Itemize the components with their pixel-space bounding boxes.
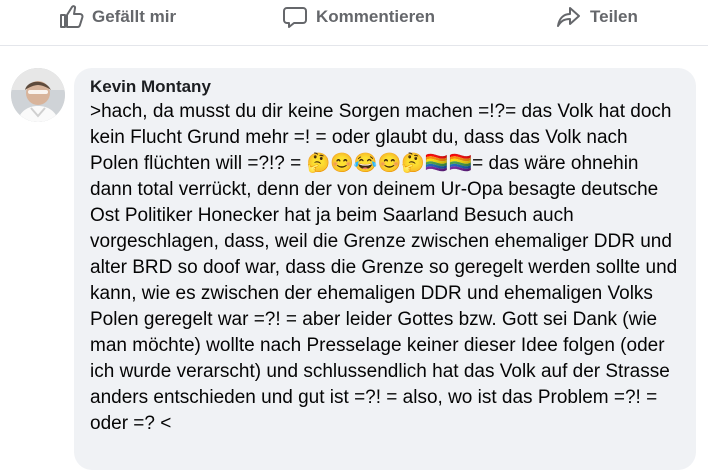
comment-label: Kommentieren <box>316 7 436 26</box>
like-button[interactable]: Gefällt mir <box>58 0 176 34</box>
like-label: Gefällt mir <box>92 7 177 26</box>
share-arrow-icon <box>556 4 582 30</box>
post-action-bar: Gefällt mir Kommentieren Teilen <box>0 0 708 46</box>
comment-button[interactable]: Kommentieren <box>282 0 435 34</box>
share-label: Teilen <box>590 7 638 26</box>
thumbs-up-icon <box>58 4 84 30</box>
avatar[interactable] <box>11 68 65 122</box>
comment-text: >hach, da musst du dir keine Sorgen mach… <box>90 101 683 434</box>
comment-bubble: Kevin Montany >hach, da musst du dir kei… <box>74 68 696 470</box>
comment-author[interactable]: Kevin Montany <box>90 76 680 98</box>
speech-bubble-icon <box>282 4 308 30</box>
share-button[interactable]: Teilen <box>556 0 638 34</box>
